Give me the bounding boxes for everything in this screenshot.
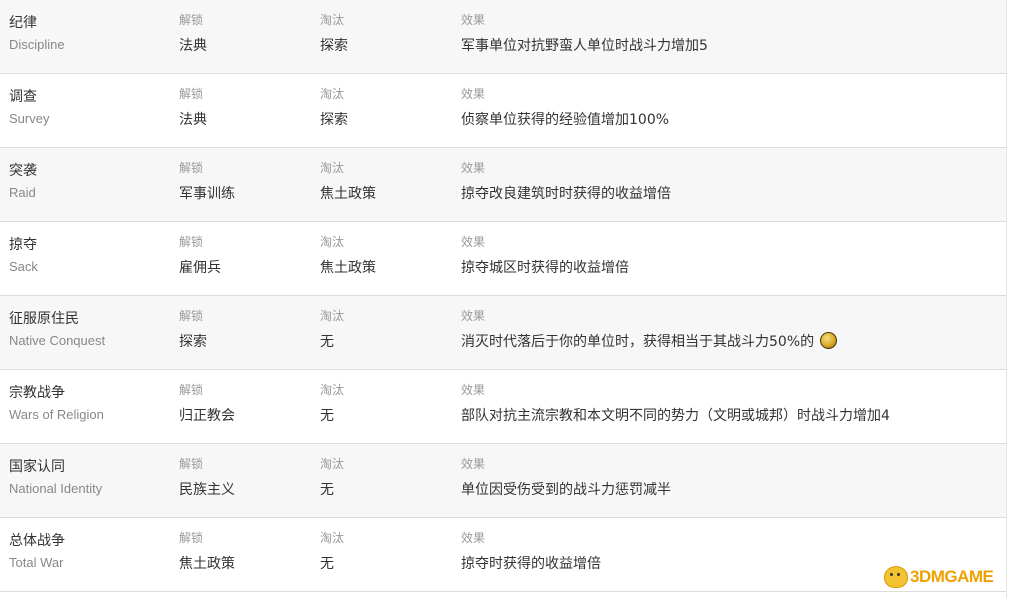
unlock-label: 解锁 bbox=[179, 235, 204, 249]
policy-name-en: Raid bbox=[9, 185, 36, 200]
unlock-value: 归正教会 bbox=[179, 408, 235, 424]
effect-label: 效果 bbox=[461, 13, 486, 27]
obsolete-label: 淘汰 bbox=[320, 235, 345, 249]
table-row: 调查 Survey 解锁法典 淘汰探索 效果侦察单位获得的经验值增加100% bbox=[0, 74, 1006, 148]
obsolete-label: 淘汰 bbox=[320, 457, 345, 471]
effect-value: 单位因受伤受到的战斗力惩罚减半 bbox=[461, 479, 671, 499]
effect-value: 掠夺时获得的收益增倍 bbox=[461, 553, 601, 573]
policy-name-en: Sack bbox=[9, 259, 38, 274]
table-row: 国家认同 National Identity 解锁民族主义 淘汰无 效果单位因受伤受到的… bbox=[0, 444, 1006, 518]
effect-text: 军事单位对抗野蛮人单位时战斗力增加5 bbox=[461, 38, 708, 54]
unlock-value: 焦土政策 bbox=[179, 556, 235, 572]
effect-value: 掠夺改良建筑时时获得的收益增倍 bbox=[461, 183, 671, 203]
effect-value: 侦察单位获得的经验值增加100% bbox=[461, 109, 669, 129]
obsolete-value: 探索 bbox=[320, 38, 348, 54]
table-row: 宗教战争 Wars of Religion 解锁归正教会 淘汰无 效果部队对抗主流宗教和… bbox=[0, 370, 1006, 444]
obsolete-label: 淘汰 bbox=[320, 309, 345, 323]
policy-name-en: National Identity bbox=[9, 481, 103, 496]
table-row: 总体战争 Total War 解锁焦土政策 淘汰无 效果掠夺时获得的收益增倍 bbox=[0, 518, 1006, 592]
unlock-value: 探索 bbox=[179, 334, 207, 350]
effect-text: 掠夺城区时获得的收益增倍 bbox=[461, 260, 629, 276]
effect-value: 消灭时代落后于你的单位时，获得相当于其战斗力50%的 bbox=[461, 331, 838, 351]
effect-label: 效果 bbox=[461, 531, 486, 545]
effect-text: 消灭时代落后于你的单位时，获得相当于其战斗力50%的 bbox=[461, 334, 815, 350]
policy-name-en: Total War bbox=[9, 555, 64, 570]
site-watermark: 3DMGAME bbox=[884, 566, 994, 592]
policy-name-cn: 调查 bbox=[9, 89, 37, 105]
obsolete-label: 淘汰 bbox=[320, 383, 345, 397]
unlock-value: 法典 bbox=[179, 38, 207, 54]
unlock-label: 解锁 bbox=[179, 383, 204, 397]
watermark-text: 3DMGAME bbox=[910, 567, 994, 586]
unlock-label: 解锁 bbox=[179, 309, 204, 323]
policy-name-cn: 突袭 bbox=[9, 163, 37, 179]
effect-value: 掠夺城区时获得的收益增倍 bbox=[461, 257, 629, 277]
table-row: 突袭 Raid 解锁军事训练 淘汰焦土政策 效果掠夺改良建筑时时获得的收益增倍 bbox=[0, 148, 1006, 222]
obsolete-value: 无 bbox=[320, 556, 334, 572]
unlock-label: 解锁 bbox=[179, 457, 204, 471]
obsolete-value: 焦土政策 bbox=[320, 260, 376, 276]
policy-card-table: 纪律 Discipline 解锁 法典 淘汰 探索 效果 军事单位对抗野蛮人单位时战斗力增加5… bbox=[0, 0, 1007, 598]
policy-name-en: Wars of Religion bbox=[9, 407, 104, 422]
effect-label: 效果 bbox=[461, 87, 486, 101]
effect-text: 掠夺时获得的收益增倍 bbox=[461, 556, 601, 572]
effect-label: 效果 bbox=[461, 235, 486, 249]
unlock-label: 解锁 bbox=[179, 87, 204, 101]
policy-name-cn: 征服原住民 bbox=[9, 311, 79, 327]
policy-name-cn: 纪律 bbox=[9, 15, 37, 31]
effect-label: 效果 bbox=[461, 309, 486, 323]
policy-name-cn: 总体战争 bbox=[9, 533, 65, 549]
obsolete-value: 无 bbox=[320, 334, 334, 350]
policy-name-cn: 国家认同 bbox=[9, 459, 65, 475]
effect-value: 军事单位对抗野蛮人单位时战斗力增加5 bbox=[461, 35, 708, 55]
obsolete-label: 淘汰 bbox=[320, 87, 345, 101]
effect-text: 部队对抗主流宗教和本文明不同的势力（文明或城邦）时战斗力增加4 bbox=[461, 408, 890, 424]
unlock-value: 法典 bbox=[179, 112, 207, 128]
effect-label: 效果 bbox=[461, 383, 486, 397]
policy-name-en: Discipline bbox=[9, 37, 65, 52]
effect-label: 效果 bbox=[461, 457, 486, 471]
policy-name-en: Survey bbox=[9, 111, 50, 126]
effect-text: 掠夺改良建筑时时获得的收益增倍 bbox=[461, 186, 671, 202]
obsolete-value: 焦土政策 bbox=[320, 186, 376, 202]
unlock-label: 解锁 bbox=[179, 531, 204, 545]
obsolete-label: 淘汰 bbox=[320, 161, 345, 175]
effect-value: 部队对抗主流宗教和本文明不同的势力（文明或城邦）时战斗力增加4 bbox=[461, 405, 890, 425]
obsolete-label: 淘汰 bbox=[320, 531, 345, 545]
obsolete-value: 无 bbox=[320, 408, 334, 424]
effect-text: 单位因受伤受到的战斗力惩罚减半 bbox=[461, 482, 671, 498]
obsolete-value: 无 bbox=[320, 482, 334, 498]
table-row: 纪律 Discipline 解锁法典 淘汰探索 效果军事单位对抗野蛮人单位时战斗力增加5 bbox=[0, 0, 1006, 74]
table-row: 征服原住民 Native Conquest 解锁探索 淘汰无 效果消灭时代落后于你的单位… bbox=[0, 296, 1006, 370]
unlock-label: 解锁 bbox=[179, 161, 204, 175]
policy-name-cn: 掠夺 bbox=[9, 237, 37, 253]
obsolete-label: 淘汰 bbox=[320, 13, 345, 27]
unlock-value: 雇佣兵 bbox=[179, 260, 221, 276]
gold-coin-icon bbox=[820, 332, 838, 349]
effect-label: 效果 bbox=[461, 161, 486, 175]
policy-name-en: Native Conquest bbox=[9, 333, 106, 348]
unlock-label: 解锁 bbox=[179, 13, 204, 27]
unlock-value: 民族主义 bbox=[179, 482, 235, 498]
policy-name-cn: 宗教战争 bbox=[9, 385, 65, 401]
effect-text: 侦察单位获得的经验值增加100% bbox=[461, 112, 670, 128]
table-row: 掠夺 Sack 解锁雇佣兵 淘汰焦土政策 效果掠夺城区时获得的收益增倍 bbox=[0, 222, 1006, 296]
mascot-icon bbox=[884, 566, 908, 588]
unlock-value: 军事训练 bbox=[179, 186, 235, 202]
obsolete-value: 探索 bbox=[320, 112, 348, 128]
